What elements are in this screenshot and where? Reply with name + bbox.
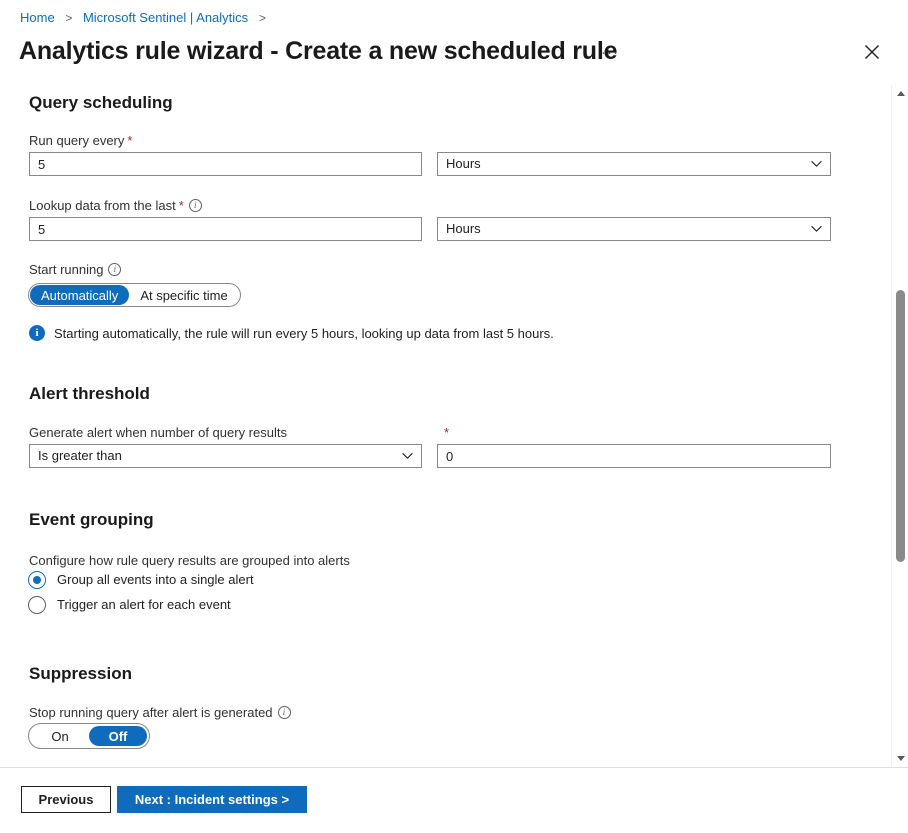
label-lookup-data-text: Lookup data from the last <box>29 198 176 213</box>
chevron-down-icon <box>811 161 822 168</box>
required-asterisk: * <box>444 424 449 442</box>
event-grouping-option-each-event[interactable]: Trigger an alert for each event <box>28 596 231 614</box>
label-run-query-every: Run query every* <box>29 132 132 150</box>
scheduling-info-message: i Starting automatically, the rule will … <box>29 325 729 343</box>
label-run-query-every-text: Run query every <box>29 133 124 148</box>
run-query-every-unit-value: Hours <box>446 153 481 175</box>
alert-threshold-operator-dropdown[interactable]: Is greater than <box>29 444 422 468</box>
alert-threshold-operator-value: Is greater than <box>38 445 122 467</box>
breadcrumb-separator: > <box>259 11 266 25</box>
label-start-running-text: Start running <box>29 262 103 277</box>
run-query-every-unit-dropdown[interactable]: Hours <box>437 152 831 176</box>
section-heading-event-grouping: Event grouping <box>29 509 154 531</box>
event-grouping-option-each-event-label: Trigger an alert for each event <box>57 596 231 614</box>
label-start-running: Start running i <box>29 261 121 279</box>
analytics-rule-wizard-blade: Home > Microsoft Sentinel | Analytics > … <box>0 0 908 833</box>
start-running-option-at-specific-time[interactable]: At specific time <box>129 285 238 305</box>
required-asterisk: * <box>179 198 184 213</box>
chevron-down-icon <box>811 226 822 233</box>
section-heading-query-scheduling: Query scheduling <box>29 92 173 114</box>
info-icon[interactable]: i <box>278 706 291 719</box>
chevron-down-icon <box>402 453 413 460</box>
scheduling-info-message-text: Starting automatically, the rule will ru… <box>54 325 554 343</box>
start-running-toggle[interactable]: Automatically At specific time <box>28 283 241 307</box>
run-query-every-input[interactable] <box>29 152 422 176</box>
suppression-toggle[interactable]: On Off <box>28 723 150 749</box>
lookup-data-input[interactable] <box>29 217 422 241</box>
event-grouping-description: Configure how rule query results are gro… <box>29 552 350 570</box>
radio-icon <box>28 571 46 589</box>
next-incident-settings-button[interactable]: Next : Incident settings > <box>117 786 307 813</box>
scroll-down-arrow-icon[interactable] <box>892 750 908 767</box>
wizard-form-content: Query scheduling Run query every* Hours … <box>0 82 888 767</box>
page-title: Analytics rule wizard - Create a new sch… <box>19 35 617 67</box>
vertical-scrollbar[interactable] <box>891 85 908 767</box>
breadcrumb-item-home[interactable]: Home <box>20 10 55 25</box>
event-grouping-option-single-alert[interactable]: Group all events into a single alert <box>28 571 254 589</box>
breadcrumb-separator: > <box>65 11 72 25</box>
label-lookup-data: Lookup data from the last* i <box>29 197 202 215</box>
lookup-data-unit-value: Hours <box>446 218 481 240</box>
footer-divider <box>0 767 908 768</box>
label-stop-running-query: Stop running query after alert is genera… <box>29 704 291 722</box>
radio-icon <box>28 596 46 614</box>
start-running-option-automatically[interactable]: Automatically <box>30 285 129 305</box>
label-generate-alert-operator: Generate alert when number of query resu… <box>29 424 287 442</box>
breadcrumb-item-sentinel-analytics[interactable]: Microsoft Sentinel | Analytics <box>83 10 248 25</box>
suppression-option-on[interactable]: On <box>31 726 89 746</box>
info-icon[interactable]: i <box>108 263 121 276</box>
scroll-up-arrow-icon[interactable] <box>892 85 908 102</box>
close-icon[interactable] <box>861 41 883 63</box>
required-asterisk: * <box>127 133 132 148</box>
more-options-icon[interactable]: ··· <box>597 41 623 65</box>
breadcrumb: Home > Microsoft Sentinel | Analytics > <box>20 9 273 27</box>
scrollbar-thumb[interactable] <box>896 290 905 562</box>
event-grouping-option-single-alert-label: Group all events into a single alert <box>57 571 254 589</box>
previous-button[interactable]: Previous <box>21 786 111 813</box>
info-icon: i <box>29 325 45 341</box>
lookup-data-unit-dropdown[interactable]: Hours <box>437 217 831 241</box>
section-heading-alert-threshold: Alert threshold <box>29 383 150 405</box>
alert-threshold-value-input[interactable] <box>437 444 831 468</box>
info-icon[interactable]: i <box>189 199 202 212</box>
section-heading-suppression: Suppression <box>29 663 132 685</box>
label-stop-running-query-text: Stop running query after alert is genera… <box>29 705 273 720</box>
suppression-option-off[interactable]: Off <box>89 726 147 746</box>
